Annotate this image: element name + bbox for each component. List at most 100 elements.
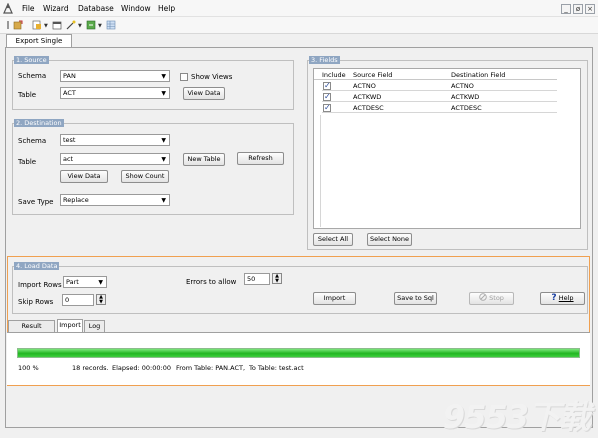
include-checkbox[interactable]	[323, 103, 331, 112]
destination-title: 2. Destination	[14, 119, 64, 127]
chevron-down-icon[interactable]: ▼	[78, 23, 82, 29]
watermark-logo: 9553下载	[442, 398, 591, 436]
source-table-value: ACT	[63, 89, 76, 97]
progress-percent: 100 %	[18, 364, 39, 372]
to-table: To Table: test.act	[249, 364, 304, 372]
select-all-button[interactable]: Select All	[313, 233, 353, 246]
source-schema-select[interactable]: PAN ▼	[60, 70, 170, 82]
table-row[interactable]: ACTNO ACTNO	[322, 81, 557, 91]
chevron-down-icon: ▼	[161, 156, 166, 163]
destination-field-cell: ACTKWD	[451, 93, 480, 101]
chevron-down-icon: ▼	[161, 90, 166, 97]
destination-table-select[interactable]: act ▼	[60, 153, 170, 165]
chevron-down-icon: ▼	[161, 73, 166, 80]
destination-schema-select[interactable]: test ▼	[60, 134, 170, 146]
skip-rows-spinner[interactable]: ▲ ▼	[96, 294, 106, 305]
tab-log[interactable]: Log	[84, 320, 105, 332]
chevron-down-icon[interactable]: ▼	[44, 23, 48, 29]
help-icon: ?	[551, 293, 557, 303]
destination-table-value: act	[63, 155, 74, 163]
skip-rows-input[interactable]: 0	[62, 294, 94, 306]
close-button[interactable]: ×	[585, 4, 595, 14]
show-count-button[interactable]: Show Count	[121, 170, 169, 183]
restore-button[interactable]: ø	[573, 4, 583, 14]
load-data-group	[12, 266, 588, 314]
tab-import[interactable]: Import	[57, 319, 83, 332]
source-group	[12, 60, 294, 110]
destination-table-label: Table	[18, 158, 37, 166]
export-icon[interactable]	[86, 20, 96, 30]
fields-grid[interactable]: Include Source Field Destination Field A…	[313, 68, 581, 229]
menu-file[interactable]: File	[22, 4, 35, 13]
new-table-button[interactable]: New Table	[183, 153, 225, 166]
destination-schema-value: test	[63, 136, 76, 144]
skip-rows-label: Skip Rows	[18, 298, 54, 306]
grid-header-destination: Destination Field	[451, 71, 506, 79]
menu-database[interactable]: Database	[78, 4, 114, 13]
source-table-select[interactable]: ACT ▼	[60, 87, 170, 99]
source-schema-value: PAN	[63, 72, 76, 80]
grid-header-source: Source Field	[353, 71, 393, 79]
app-icon	[3, 3, 13, 14]
save-type-select[interactable]: Replace ▼	[60, 194, 170, 206]
records-count: 18 records.	[72, 364, 109, 372]
source-field-cell: ACTKWD	[353, 93, 382, 101]
chevron-down-icon: ▼	[161, 197, 166, 204]
wand-icon[interactable]	[66, 20, 76, 30]
source-schema-label: Schema	[18, 72, 47, 80]
chevron-down-icon[interactable]: ▼	[98, 23, 102, 29]
include-checkbox[interactable]	[323, 92, 331, 101]
help-button[interactable]: ? Help	[540, 292, 585, 305]
destination-field-cell: ACTDESC	[451, 104, 482, 112]
show-views-label: Show Views	[191, 73, 233, 81]
errors-allow-input[interactable]: 50	[244, 273, 270, 285]
grid-header-include: Include	[322, 71, 346, 79]
help-label: Help	[558, 294, 574, 302]
stop-icon	[479, 293, 487, 301]
fields-title: 3. Fields	[309, 56, 340, 64]
save-to-sql-button[interactable]: Save to Sql	[394, 292, 437, 305]
errors-allow-label: Errors to allow	[186, 278, 237, 286]
destination-view-data-button[interactable]: View Data	[60, 170, 108, 183]
menu-help[interactable]: Help	[158, 4, 175, 13]
errors-allow-spinner[interactable]: ▲ ▼	[272, 273, 282, 284]
toolbar: ▼ ▼ ▼	[0, 17, 598, 34]
stop-label: Stop	[489, 294, 504, 302]
grid-icon[interactable]	[106, 20, 116, 30]
database-wizard-icon[interactable]	[13, 20, 23, 30]
table-row[interactable]: ACTKWD ACTKWD	[322, 92, 557, 102]
import-rows-select[interactable]: Part ▼	[63, 276, 107, 288]
show-views-checkbox[interactable]	[180, 73, 188, 81]
calendar-icon[interactable]	[52, 20, 62, 30]
refresh-button[interactable]: Refresh	[237, 152, 284, 165]
new-document-icon[interactable]	[32, 20, 42, 30]
select-none-button[interactable]: Select None	[367, 233, 412, 246]
minimize-button[interactable]: _	[561, 4, 571, 14]
tab-result-preview[interactable]: Result Preview	[8, 320, 55, 341]
source-title: 1. Source	[14, 56, 49, 64]
include-checkbox[interactable]	[323, 81, 331, 90]
destination-field-cell: ACTNO	[451, 82, 474, 90]
menu-bar: File Wizard Database Window Help _ ø ×	[0, 0, 598, 17]
tab-export-single-table[interactable]: Export Single Table	[6, 34, 72, 57]
import-rows-value: Part	[66, 278, 79, 286]
source-field-cell: ACTNO	[353, 82, 376, 90]
import-progress-bar	[17, 348, 580, 358]
source-table-label: Table	[18, 91, 37, 99]
chevron-down-icon: ▼	[98, 279, 103, 286]
menu-window[interactable]: Window	[121, 4, 151, 13]
load-data-title: 4. Load Data	[14, 262, 60, 270]
source-field-cell: ACTDESC	[353, 104, 384, 112]
stop-button[interactable]: Stop	[469, 292, 514, 305]
chevron-down-icon: ▼	[161, 137, 166, 144]
destination-schema-label: Schema	[18, 137, 47, 145]
elapsed-time: Elapsed: 00:00:00	[112, 364, 171, 372]
source-view-data-button[interactable]: View Data	[183, 87, 225, 100]
import-button[interactable]: Import	[313, 292, 356, 305]
table-row[interactable]: ACTDESC ACTDESC	[322, 103, 557, 113]
save-type-value: Replace	[63, 196, 89, 204]
menu-wizard[interactable]: Wizard	[43, 4, 69, 13]
import-result-pane	[7, 332, 590, 385]
import-rows-label: Import Rows	[18, 281, 62, 289]
from-table: From Table: PAN.ACT,	[176, 364, 246, 372]
